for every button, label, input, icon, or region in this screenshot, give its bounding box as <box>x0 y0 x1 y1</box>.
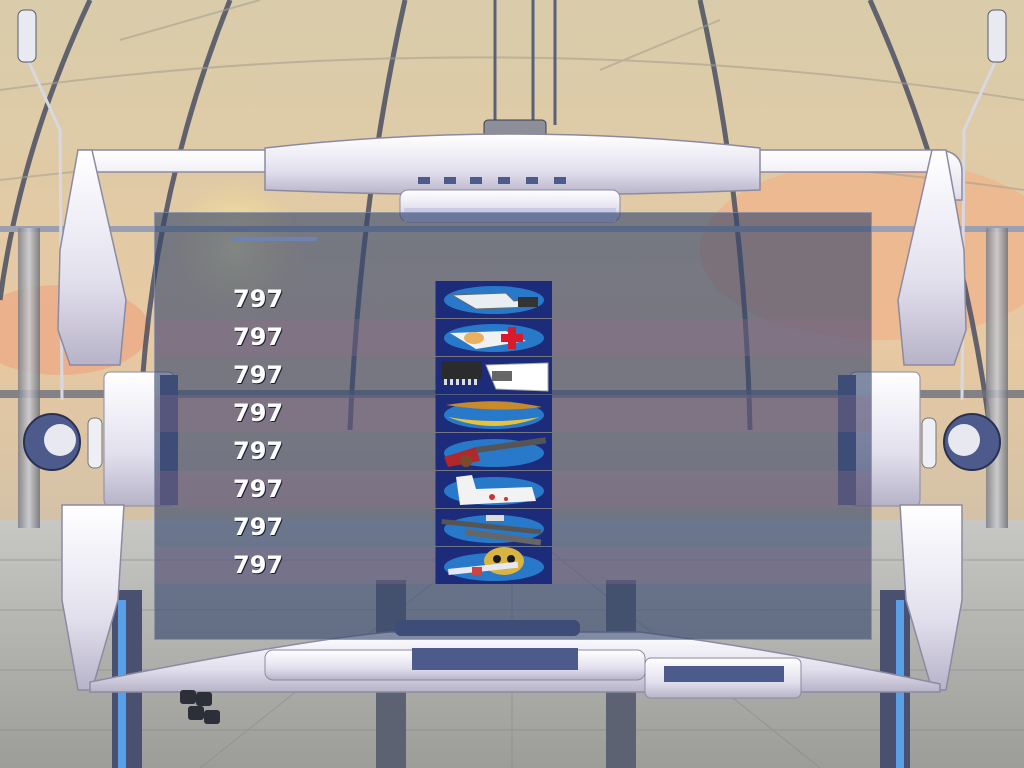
inventory-panel: 797 797 797 797 797 797 797 797 <box>154 212 872 640</box>
skull-syringe-icon[interactable] <box>435 547 552 584</box>
item-count: 797 <box>233 399 284 427</box>
inventory-row[interactable]: 797 <box>155 357 871 394</box>
item-count: 797 <box>233 475 284 503</box>
inventory-row[interactable]: 797 <box>155 433 871 470</box>
medkit-icon[interactable] <box>435 319 552 356</box>
item-count: 797 <box>233 285 284 313</box>
inventory-row[interactable]: 797 <box>155 547 871 584</box>
inventory-row[interactable]: 797 <box>155 471 871 508</box>
inventory-row[interactable]: 797 <box>155 281 871 318</box>
shotgun-icon[interactable] <box>435 433 552 470</box>
item-count: 797 <box>233 513 284 541</box>
rifle-icon[interactable] <box>435 509 552 546</box>
item-count: 797 <box>233 361 284 389</box>
item-count: 797 <box>233 551 284 579</box>
inventory-row[interactable]: 797 <box>155 319 871 356</box>
microchip-icon[interactable] <box>435 357 552 394</box>
scanner-device-icon[interactable] <box>435 281 552 318</box>
panel-accent-bar <box>231 237 317 241</box>
inventory-row[interactable]: 797 <box>155 395 871 432</box>
glove-icon[interactable] <box>435 471 552 508</box>
item-count: 797 <box>233 323 284 351</box>
banana-icon[interactable] <box>435 395 552 432</box>
item-count: 797 <box>233 437 284 465</box>
inventory-row[interactable]: 797 <box>155 509 871 546</box>
